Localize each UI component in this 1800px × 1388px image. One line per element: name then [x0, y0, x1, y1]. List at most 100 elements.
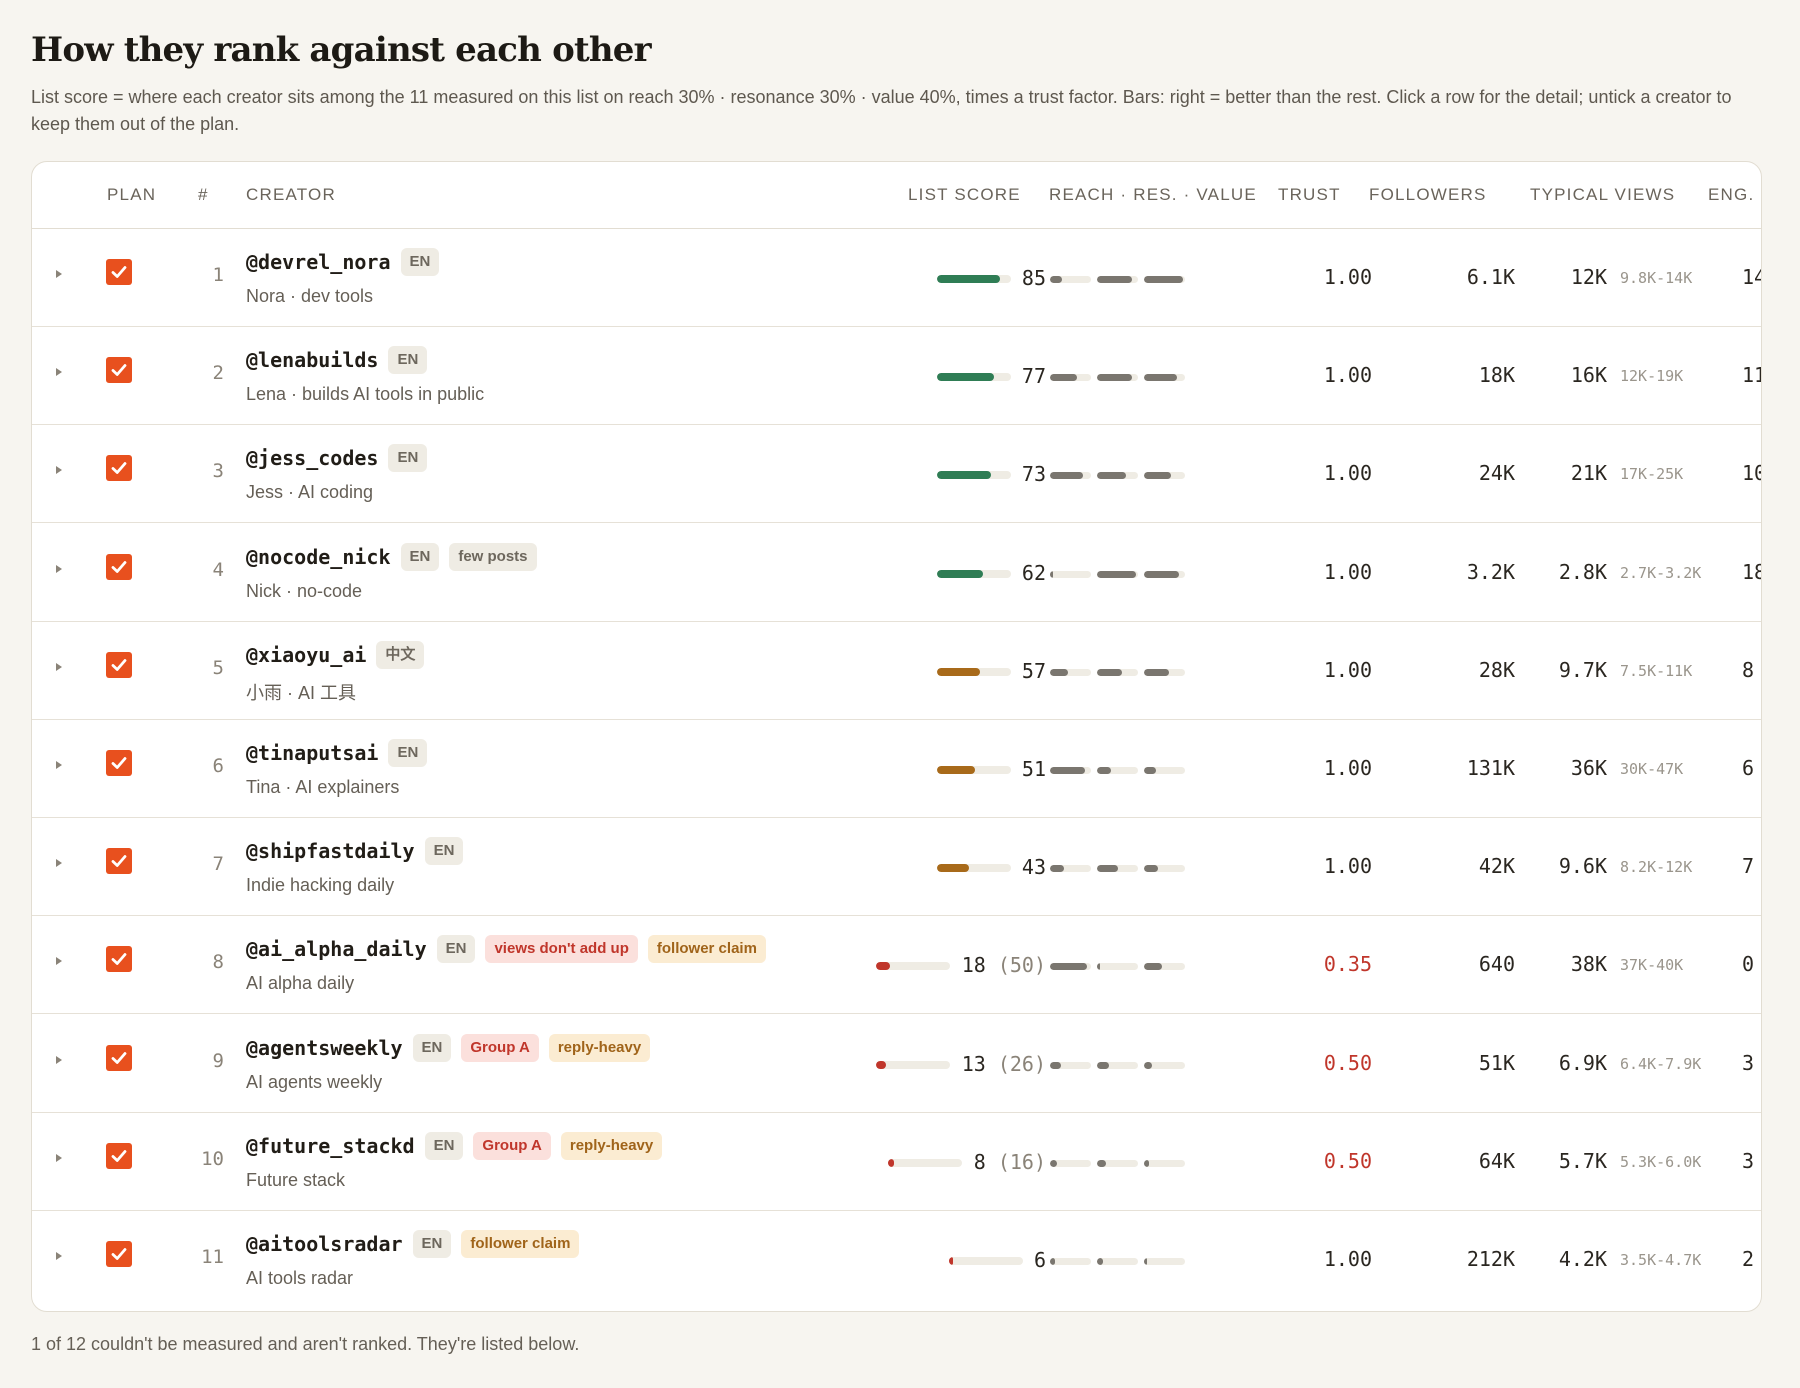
trust-value: 0.35 [1323, 952, 1372, 977]
value-fill [1144, 374, 1177, 382]
col-metrics: REACH · RES. · VALUE [1049, 185, 1257, 204]
typical-views-value: 12K [1570, 265, 1607, 289]
list-score-value: 85 [1022, 266, 1046, 290]
trust-value: 1.00 [1323, 363, 1372, 388]
col-eng[interactable]: ENG. [1708, 185, 1754, 205]
expand-caret-icon[interactable] [56, 1252, 62, 1260]
plan-checkbox[interactable] [106, 651, 132, 678]
list-score-fill [936, 275, 1000, 283]
reach-fill [1050, 963, 1087, 971]
expand-caret-icon[interactable] [56, 761, 62, 769]
plan-checkbox[interactable] [106, 946, 132, 973]
followers-value: 131K [1466, 756, 1515, 780]
typical-views-value: 36K [1570, 756, 1607, 780]
list-score-fill [936, 471, 991, 480]
expand-caret-icon[interactable] [56, 466, 62, 475]
table-row[interactable]: 6 @tinaputsai EN Tina · AI explainers 51 … [32, 720, 1761, 818]
expand-caret-icon[interactable] [56, 1153, 62, 1162]
expand-caret-icon[interactable] [56, 662, 62, 671]
list-score-fill [936, 766, 976, 774]
engagement-value: 11 [1742, 363, 1761, 388]
creator-handle: @nocode_nick [246, 544, 391, 569]
trust-value: 1.00 [1323, 461, 1372, 486]
value-fill [1144, 963, 1163, 971]
resonance-fill [1097, 865, 1118, 873]
table-row[interactable]: 3 @jess_codes EN Jess · AI coding 73 1.00… [32, 425, 1761, 524]
col-followers[interactable]: FOLLOWERS [1369, 185, 1487, 205]
col-typical-views[interactable]: TYPICAL VIEWS [1530, 185, 1675, 205]
plan-checkbox[interactable] [106, 750, 132, 776]
plan-checkbox[interactable] [106, 259, 132, 285]
language-badge: EN [412, 1230, 452, 1258]
list-score-raw: (50) [997, 953, 1046, 978]
expand-caret-icon[interactable] [56, 957, 62, 966]
list-score-number: 85 [1021, 266, 1046, 290]
creator-subtitle: Lena · builds AI tools in public [246, 384, 485, 405]
table-row[interactable]: 11 @aitoolsradar EN follower claim AI tool… [32, 1211, 1761, 1309]
table-row[interactable]: 1 @devrel_nora EN Nora · dev tools 85 1.0… [32, 229, 1761, 327]
flag-badge: reply-heavy [548, 1033, 651, 1062]
language-badge: EN [424, 1131, 464, 1160]
creator-subtitle: AI alpha daily [246, 973, 355, 994]
value-fill [1144, 668, 1169, 676]
value-bar [1144, 276, 1185, 283]
engagement-value: 18 [1742, 559, 1761, 584]
language-badge: EN [400, 248, 440, 276]
language-badge: EN [436, 935, 476, 964]
engagement-value: 7 [1742, 854, 1755, 879]
expand-caret-icon[interactable] [56, 368, 62, 377]
col-trust[interactable]: TRUST [1278, 185, 1341, 205]
table-row[interactable]: 10 @future_stackd EN Group A reply-heavy Fu… [32, 1113, 1761, 1211]
plan-checkbox[interactable] [106, 1044, 132, 1071]
table-row[interactable]: 5 @xiaoyu_ai 中文 小雨 · AI 工具 57 1.00 28K 9.… [32, 622, 1761, 720]
creator-handle: @tinaputsai [246, 741, 379, 765]
checkmark-icon [111, 658, 127, 671]
views-range: 6.4K-7.9K [1620, 1054, 1702, 1073]
plan-checkbox[interactable] [106, 848, 132, 875]
value-bar [1144, 668, 1185, 676]
expand-caret-icon[interactable] [56, 270, 62, 278]
trust-value: 1.00 [1323, 559, 1372, 584]
plan-checkbox[interactable] [106, 1241, 132, 1267]
checkmark-icon [111, 1248, 127, 1260]
ranking-table: PLAN # CREATOR LIST SCORE REACH · RES. ·… [31, 161, 1762, 1312]
plan-checkbox[interactable] [106, 1142, 132, 1169]
table-row[interactable]: 7 @shipfastdaily EN Indie hacking daily 4… [32, 818, 1761, 917]
expand-caret-icon[interactable] [56, 859, 62, 868]
value-bar [1144, 1258, 1185, 1265]
list-score-fill [888, 1158, 895, 1167]
resonance-fill [1097, 1061, 1110, 1069]
resonance-bar [1097, 1061, 1138, 1069]
table-row[interactable]: 2 @lenabuilds EN Lena · builds AI tools i… [32, 327, 1761, 426]
creator-line: @agentsweekly EN Group A reply-heavy [246, 1032, 651, 1064]
followers-value: 51K [1478, 1050, 1515, 1075]
engagement-value: 0 [1742, 952, 1755, 977]
table-row[interactable]: 9 @agentsweekly EN Group A reply-heavy AI a… [32, 1015, 1761, 1113]
flag-badge: views don't add up [485, 935, 638, 964]
list-score-bar [876, 962, 951, 971]
followers-value: 3.2K [1466, 559, 1515, 584]
views-range: 2.7K-3.2K [1620, 563, 1702, 582]
list-score-bar [936, 864, 1011, 873]
expand-caret-icon[interactable] [56, 564, 62, 573]
creator-subtitle: Nora · dev tools [246, 286, 374, 306]
table-row[interactable]: 8 @ai_alpha_daily EN views don't add up fol… [32, 916, 1761, 1015]
creator-handle: @shipfastdaily [246, 839, 415, 864]
col-list-score[interactable]: LIST SCORE [908, 185, 1021, 205]
checkmark-icon [111, 462, 127, 475]
list-score-fill [936, 569, 984, 578]
plan-checkbox[interactable] [106, 357, 132, 384]
list-score-value: 51 [1022, 757, 1046, 781]
expand-caret-icon[interactable] [56, 1055, 62, 1064]
rank-number: 7 [212, 853, 224, 876]
rank-number: 3 [212, 460, 224, 483]
plan-checkbox[interactable] [106, 455, 132, 482]
table-row[interactable]: 4 @nocode_nick EN few posts Nick · no-code… [32, 524, 1761, 622]
list-score-bar [948, 1257, 1023, 1265]
plan-checkbox[interactable] [106, 553, 132, 580]
list-score-number: 6 [1033, 1248, 1046, 1272]
col-creator[interactable]: CREATOR [246, 185, 336, 205]
typical-views-value: 38K [1570, 952, 1607, 977]
reach-fill [1050, 1061, 1062, 1069]
value-fill [1144, 1258, 1148, 1265]
